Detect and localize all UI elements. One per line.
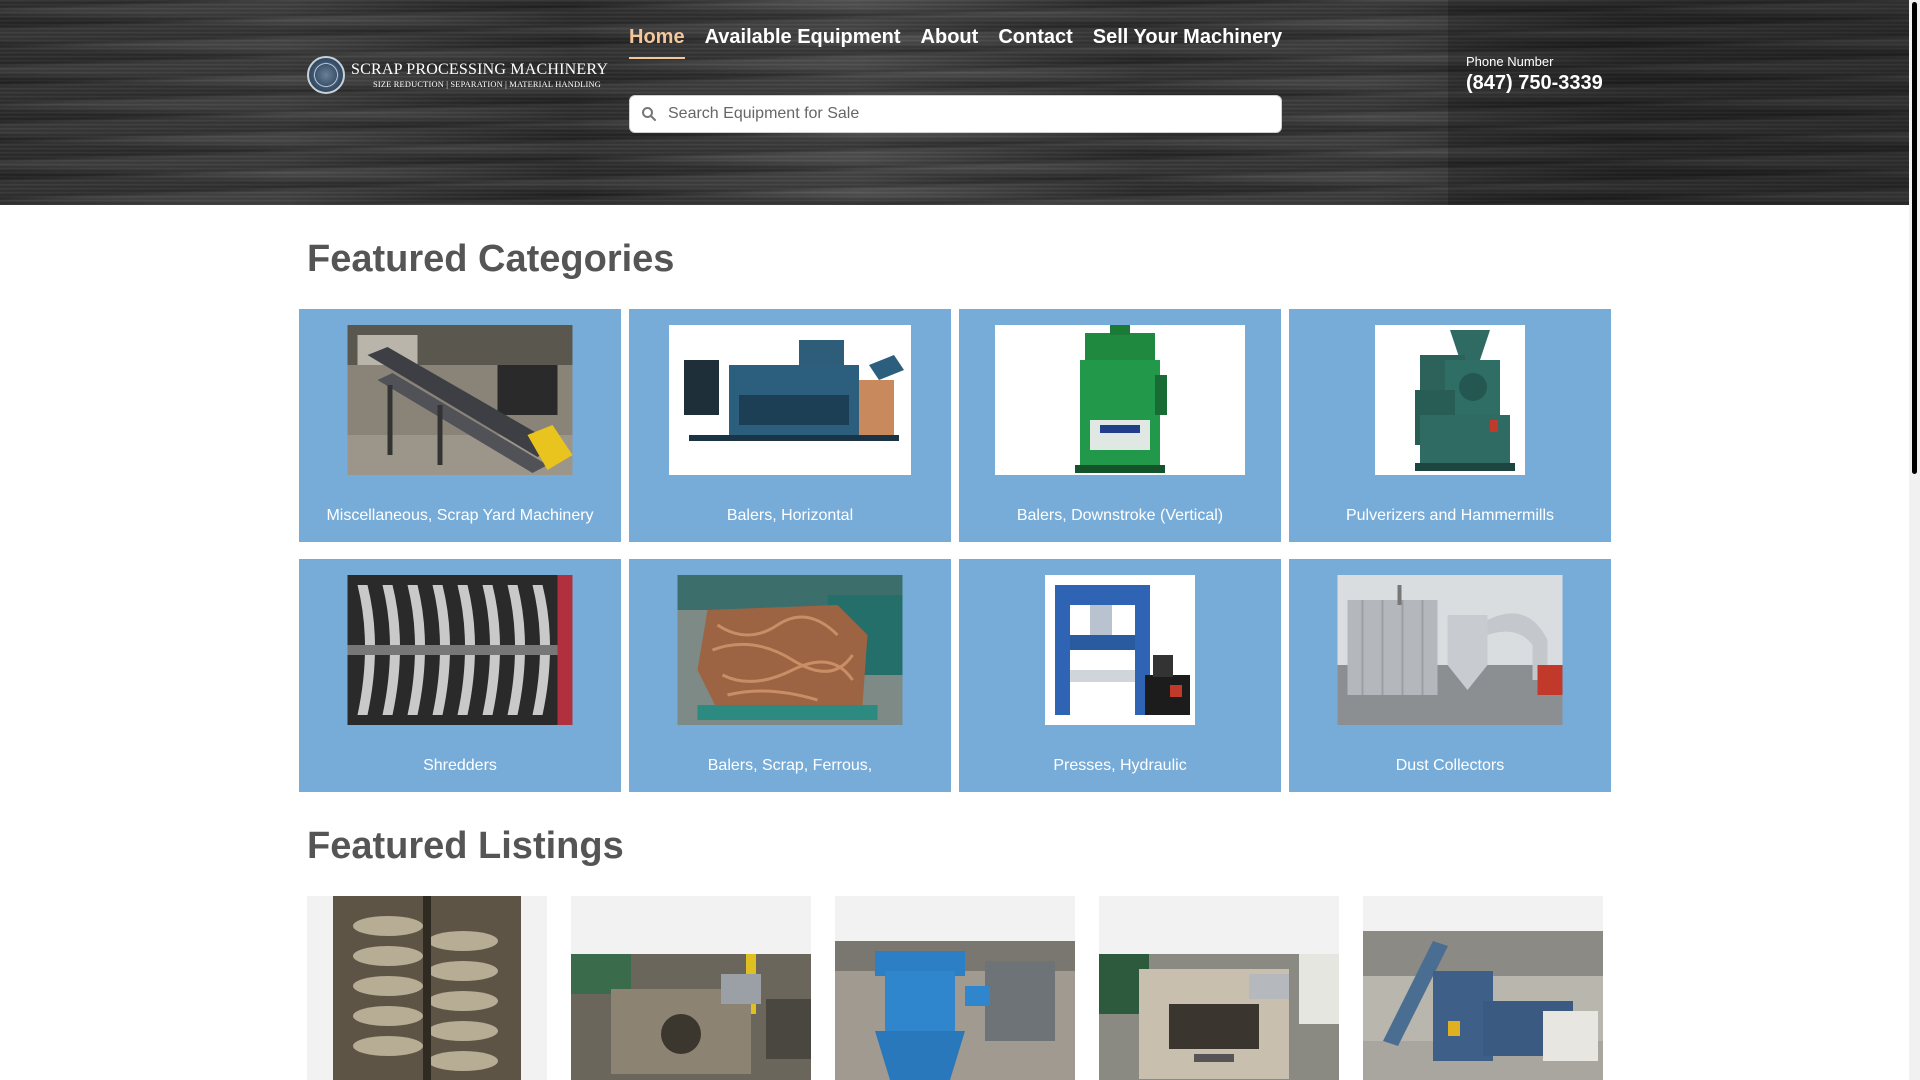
nav-home[interactable]: Home: [629, 26, 685, 59]
page-scrollbar[interactable]: [1909, 0, 1920, 1080]
dust-collector-photo-icon: [1337, 575, 1563, 725]
category-label: Balers, Horizontal: [726, 507, 854, 524]
phone-number[interactable]: (847) 750-3339: [1466, 72, 1603, 95]
search-input[interactable]: [668, 97, 1268, 131]
category-card-balers-horizontal[interactable]: Balers, Horizontal: [629, 309, 951, 542]
search-bar: [629, 95, 1282, 133]
listing-card[interactable]: [1099, 896, 1339, 1080]
category-label: Presses, Hydraulic: [1053, 757, 1187, 774]
logo-seal-icon: [307, 56, 345, 94]
featured-listings-title: Featured Listings: [307, 825, 624, 867]
search-icon[interactable]: [630, 95, 668, 133]
vertical-baler-photo-icon: [995, 325, 1245, 475]
warehouse-baler-photo-icon: [1363, 931, 1603, 1080]
phone-label: Phone Number: [1466, 54, 1554, 69]
conveyor-photo-icon: [347, 325, 573, 475]
logo-tagline: SIZE REDUCTION | SEPARATION | MATERIAL H…: [373, 79, 602, 89]
copper-bale-photo-icon: [677, 575, 903, 725]
category-card-balers-scrap-ferrous[interactable]: Balers, Scrap, Ferrous,: [629, 559, 951, 792]
nav-sell-your-machinery[interactable]: Sell Your Machinery: [1093, 26, 1282, 59]
shredder-blades-photo-icon: [347, 575, 573, 725]
listing-card[interactable]: [1363, 896, 1603, 1080]
category-card-presses-hydraulic[interactable]: Presses, Hydraulic: [959, 559, 1281, 792]
category-label: Balers, Downstroke (Vertical): [1016, 507, 1224, 524]
category-card-balers-downstroke[interactable]: Balers, Downstroke (Vertical): [959, 309, 1281, 542]
category-label: Pulverizers and Hammermills: [1345, 507, 1555, 524]
nav-about[interactable]: About: [921, 26, 979, 59]
logo-name: SCRAP PROCESSING MACHINERY: [351, 60, 609, 78]
category-label: Shredders: [423, 757, 497, 774]
category-label: Miscellaneous, Scrap Yard Machinery: [326, 507, 594, 524]
site-logo[interactable]: SCRAP PROCESSING MACHINERY SIZE REDUCTIO…: [307, 55, 617, 95]
phone-panel: [1448, 0, 1909, 205]
granulator-photo-icon: [571, 954, 811, 1080]
featured-categories-title: Featured Categories: [307, 238, 675, 280]
listing-card[interactable]: [835, 896, 1075, 1080]
shredder-rotor-photo-icon: [333, 896, 521, 1080]
category-card-misc-scrap-yard[interactable]: Miscellaneous, Scrap Yard Machinery: [299, 309, 621, 542]
listing-card[interactable]: [571, 896, 811, 1080]
main-nav: Home Available Equipment About Contact S…: [629, 26, 1302, 59]
pulverizer-photo-icon: [1375, 325, 1525, 475]
scrollbar-thumb[interactable]: [1912, 2, 1917, 474]
category-card-pulverizers[interactable]: Pulverizers and Hammermills: [1289, 309, 1611, 542]
hydraulic-press-photo-icon: [1045, 575, 1195, 725]
listing-card[interactable]: [307, 896, 547, 1080]
category-label: Balers, Scrap, Ferrous,: [707, 757, 873, 774]
category-label: Dust Collectors: [1395, 757, 1505, 774]
category-card-shredders[interactable]: Shredders: [299, 559, 621, 792]
nav-available-equipment[interactable]: Available Equipment: [705, 26, 901, 59]
site-header: SCRAP PROCESSING MACHINERY SIZE REDUCTIO…: [0, 0, 1909, 205]
blue-gearbox-photo-icon: [835, 941, 1075, 1080]
cutter-machine-photo-icon: [1099, 954, 1339, 1080]
category-card-dust-collectors[interactable]: Dust Collectors: [1289, 559, 1611, 792]
horizontal-baler-photo-icon: [669, 325, 911, 475]
nav-contact[interactable]: Contact: [998, 26, 1072, 59]
